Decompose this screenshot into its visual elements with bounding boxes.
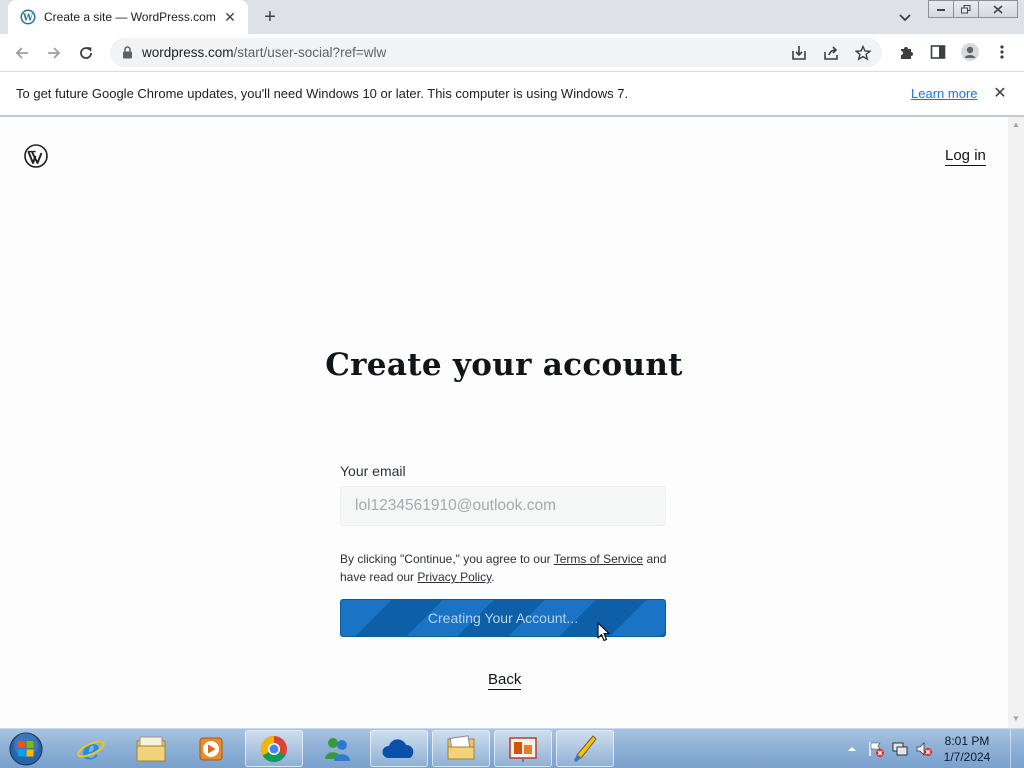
back-arrow-icon[interactable]: [8, 39, 36, 67]
scroll-up-icon[interactable]: ▲: [1012, 121, 1020, 129]
wordpress-logo-icon[interactable]: [24, 144, 48, 168]
taskbar-folder-window[interactable]: [432, 730, 490, 767]
page-content: Log in Create your account Your email By…: [0, 117, 1008, 728]
infobar-close-icon[interactable]: ✕: [991, 84, 1009, 102]
email-field[interactable]: [340, 486, 666, 526]
tray-expand-icon[interactable]: [843, 740, 861, 758]
forward-arrow-icon[interactable]: [40, 39, 68, 67]
infobar-message: To get future Google Chrome updates, you…: [16, 86, 629, 101]
create-account-button[interactable]: Creating Your Account...: [340, 599, 666, 637]
scroll-down-icon[interactable]: ▼: [1012, 715, 1020, 723]
show-desktop-button[interactable]: [1010, 729, 1024, 768]
url-text: wordpress.com/start/user-social?ref=wlw: [142, 45, 386, 60]
login-link[interactable]: Log in: [945, 147, 986, 166]
url-path: /start/user-social?ref=wlw: [233, 45, 387, 60]
tab-strip: W Create a site — WordPress.com ✕ +: [0, 0, 1024, 34]
terms-prefix: By clicking "Continue," you agree to our: [340, 552, 554, 566]
side-panel-icon[interactable]: [925, 38, 951, 66]
window-controls: [928, 0, 1018, 18]
address-bar[interactable]: wordpress.com/start/user-social?ref=wlw: [110, 38, 882, 67]
email-label: Your email: [340, 463, 406, 479]
reload-icon[interactable]: [72, 39, 100, 67]
omnibox-actions: [788, 42, 874, 64]
start-orb-icon[interactable]: [6, 731, 46, 767]
install-app-icon[interactable]: [788, 42, 810, 64]
folder-icon: [447, 734, 475, 759]
terms-suffix: .: [491, 570, 495, 584]
terms-text: By clicking "Continue," you agree to our…: [340, 550, 680, 586]
toolbar-right: [893, 38, 1015, 66]
tab-search-chevron-icon[interactable]: [893, 8, 917, 28]
new-tab-icon[interactable]: +: [258, 6, 282, 28]
window-close-icon[interactable]: [978, 0, 1018, 18]
system-tray: [843, 729, 933, 768]
update-infobar: To get future Google Chrome updates, you…: [0, 71, 1024, 116]
file-explorer-icon: [136, 736, 166, 761]
volume-muted-icon[interactable]: [915, 740, 933, 758]
svg-text:W: W: [22, 14, 34, 24]
taskbar-media-player[interactable]: [182, 730, 240, 767]
wordpress-favicon-icon: W: [20, 9, 36, 25]
learn-more-link[interactable]: Learn more: [911, 86, 977, 101]
presentation-icon: [509, 736, 537, 762]
taskbar-chrome[interactable]: [245, 730, 303, 767]
tab-title: Create a site — WordPress.com: [44, 10, 216, 24]
bookmark-star-icon[interactable]: [852, 42, 874, 64]
onedrive-cloud-icon: [382, 738, 414, 758]
profile-avatar-icon[interactable]: [957, 38, 983, 66]
url-host: wordpress.com: [142, 45, 234, 60]
back-link[interactable]: Back: [488, 671, 522, 690]
taskbar-paint[interactable]: [556, 730, 614, 767]
taskbar-presentation[interactable]: [494, 730, 552, 767]
chrome-icon: [260, 735, 287, 762]
minimize-icon[interactable]: [928, 0, 954, 18]
network-icon[interactable]: [891, 740, 909, 758]
taskbar-clock[interactable]: 8:01 PM 1/7/2024: [937, 733, 997, 765]
restore-icon[interactable]: [953, 0, 979, 18]
terms-of-service-link[interactable]: Terms of Service: [554, 552, 643, 566]
taskbar-internet-explorer[interactable]: e: [62, 730, 120, 767]
share-icon[interactable]: [820, 42, 842, 64]
clock-date: 1/7/2024: [943, 750, 991, 764]
browser-toolbar: wordpress.com/start/user-social?ref=wlw: [0, 34, 1024, 71]
paint-brush-icon: [574, 734, 597, 762]
action-center-flag-icon[interactable]: [867, 740, 885, 758]
extensions-puzzle-icon[interactable]: [893, 38, 919, 66]
clock-time: 8:01 PM: [944, 734, 990, 748]
media-player-icon: [199, 737, 223, 760]
windows-taskbar: e 8:01 PM 1/7/2024: [0, 728, 1024, 768]
page-scrollbar[interactable]: ▲ ▼: [1008, 117, 1024, 728]
tab-close-icon[interactable]: ✕: [222, 9, 238, 25]
taskbar-file-explorer[interactable]: [122, 730, 180, 767]
svg-text:e: e: [82, 734, 100, 764]
tab-active[interactable]: W Create a site — WordPress.com ✕: [8, 0, 248, 34]
lock-icon[interactable]: [120, 46, 134, 60]
internet-explorer-icon: e: [77, 734, 105, 764]
taskbar-onedrive[interactable]: [370, 730, 428, 767]
page-title: Create your account: [325, 347, 683, 383]
privacy-policy-link[interactable]: Privacy Policy: [417, 570, 491, 584]
menu-kebab-icon[interactable]: [989, 38, 1015, 66]
messenger-buddies-icon: [325, 737, 350, 761]
taskbar-messenger[interactable]: [308, 730, 366, 767]
mouse-pointer-icon: [597, 622, 610, 642]
